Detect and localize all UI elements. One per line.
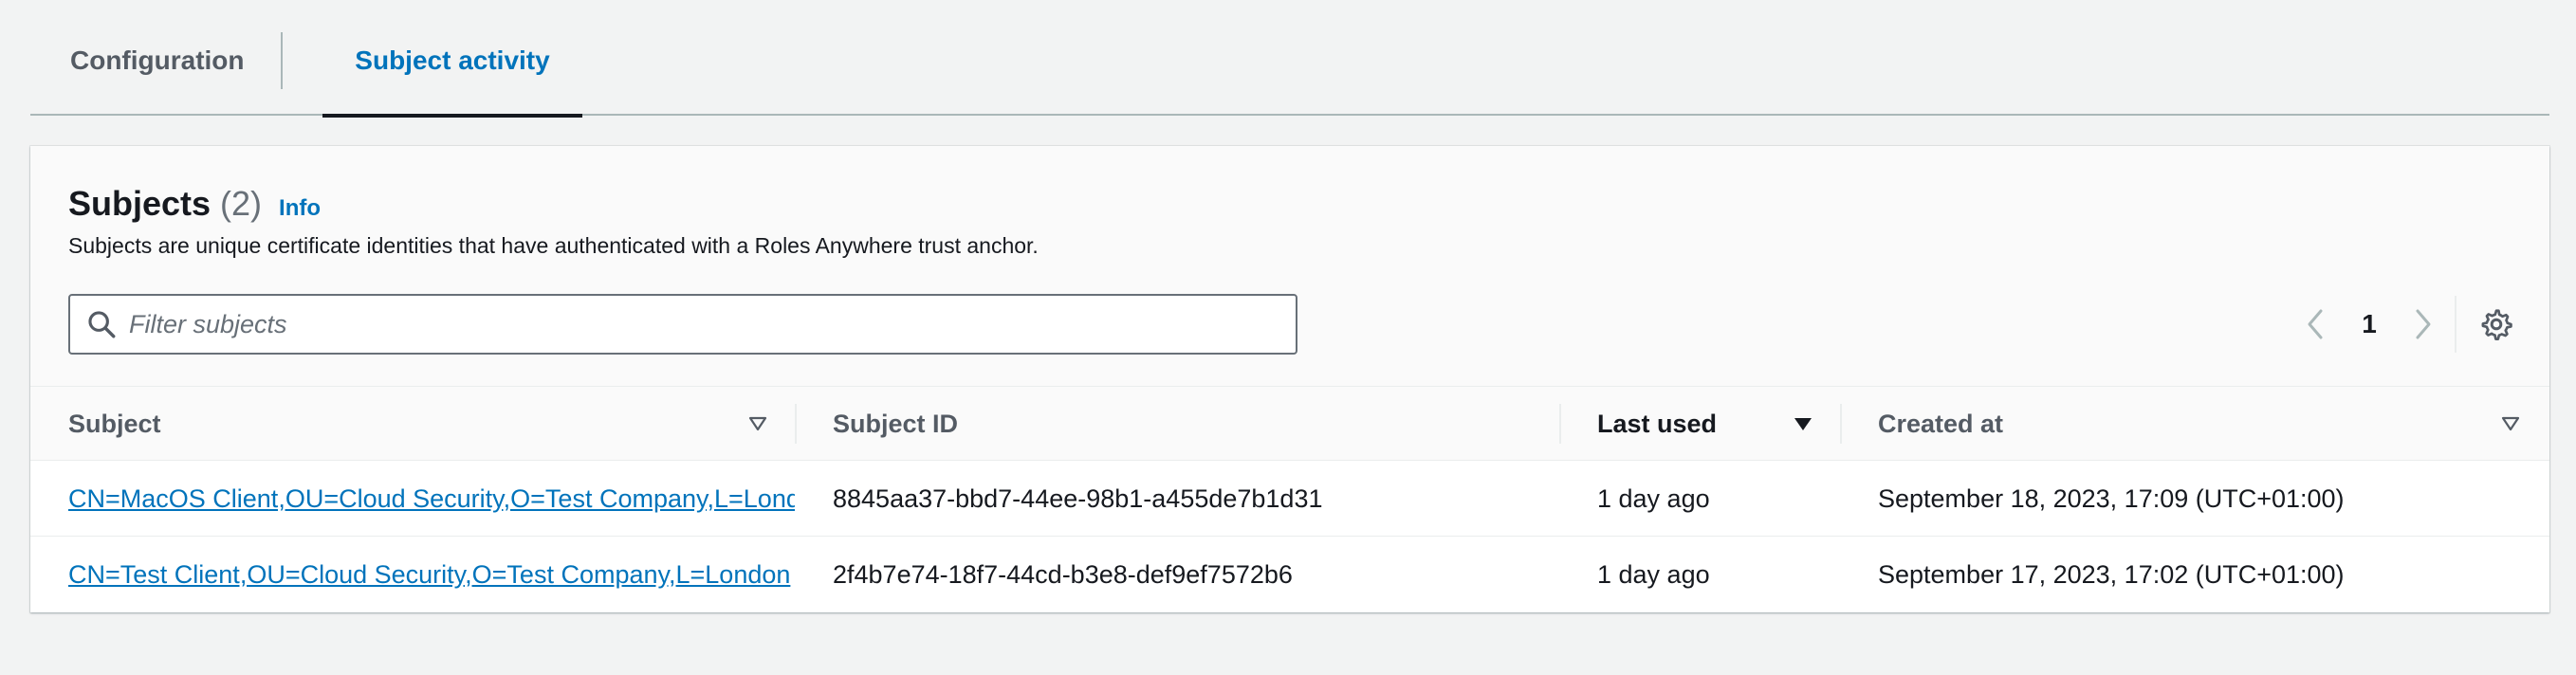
sort-icon[interactable] [2500,413,2521,434]
tab-subject-activity[interactable]: Subject activity [322,28,582,118]
panel-header: Subjects (2) Info Subjects are unique ce… [30,146,2549,387]
table-row: CN=MacOS Client,OU=Cloud Security,O=Test… [30,461,2549,537]
filter-subjects-input[interactable] [129,309,1267,339]
panel-title: Subjects [68,184,212,223]
subjects-panel: Subjects (2) Info Subjects are unique ce… [30,146,2549,612]
subject-link[interactable]: CN=Test Client,OU=Cloud Security,O=Test … [68,560,790,590]
pagination-divider [2455,296,2456,353]
pagination: 1 [2301,294,2549,355]
panel-description: Subjects are unique certificate identiti… [68,233,1039,258]
previous-page-button[interactable] [2301,305,2329,343]
search-icon [88,311,116,338]
filter-subjects-field[interactable] [68,294,1297,355]
column-header-created-at[interactable]: Created at [1878,387,2003,461]
column-header-subject[interactable]: Subject [68,387,161,461]
next-page-button[interactable] [2409,305,2438,343]
created-at-cell: September 18, 2023, 17:09 (UTC+01:00) [1878,483,2345,513]
tab-bar: Configuration Subject activity [30,0,2549,118]
gear-icon[interactable] [2479,307,2513,341]
column-header-subject-id[interactable]: Subject ID [833,387,958,461]
column-divider[interactable] [795,404,797,444]
tab-configuration[interactable]: Configuration [70,28,245,116]
chevron-left-icon [2308,309,2323,339]
table-header: Subject Subject ID Last used Created at [30,387,2549,461]
sort-icon[interactable] [747,413,768,434]
sort-descending-icon[interactable] [1793,413,1813,434]
tab-divider [281,32,283,89]
table-row: CN=Test Client,OU=Cloud Security,O=Test … [30,537,2549,612]
last-used-cell: 1 day ago [1597,559,1710,589]
title-row: Subjects (2) Info [68,184,321,224]
chevron-right-icon [2416,309,2431,339]
column-header-last-used[interactable]: Last used [1597,387,1717,461]
subject-cell: CN=MacOS Client,OU=Cloud Security,O=Test… [68,461,795,537]
current-page-number[interactable]: 1 [2350,309,2388,339]
subject-id-cell: 2f4b7e74-18f7-44cd-b3e8-def9ef7572b6 [833,559,1293,589]
subject-count: (2) [220,184,263,223]
column-divider[interactable] [1559,404,1561,444]
created-at-cell: September 17, 2023, 17:02 (UTC+01:00) [1878,559,2345,589]
subject-link[interactable]: CN=MacOS Client,OU=Cloud Security,O=Test… [68,484,795,514]
subject-cell: CN=Test Client,OU=Cloud Security,O=Test … [68,537,795,612]
column-divider[interactable] [1840,404,1842,444]
info-link[interactable]: Info [279,195,321,222]
subject-id-cell: 8845aa37-bbd7-44ee-98b1-a455de7b1d31 [833,483,1323,513]
last-used-cell: 1 day ago [1597,483,1710,513]
